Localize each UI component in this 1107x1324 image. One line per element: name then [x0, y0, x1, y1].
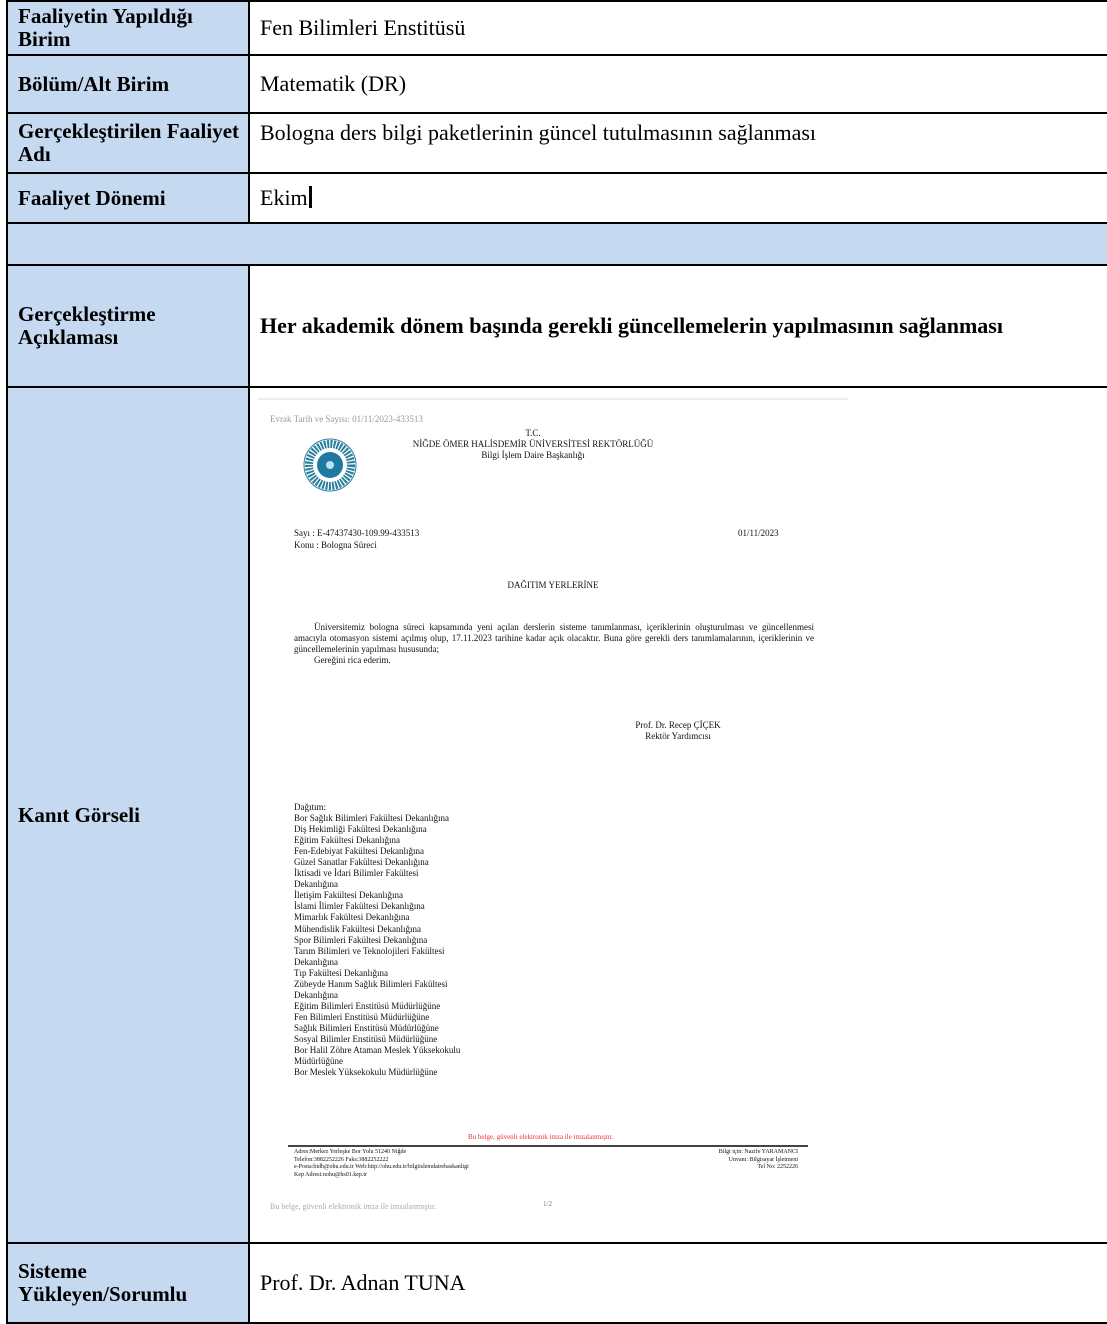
distribution-item: Spor Bilimleri Fakültesi Dekanlığına: [294, 934, 428, 945]
distribution-item: Fen-Edebiyat Fakültesi Dekanlığına: [294, 846, 424, 857]
label-bolum: Bölüm/Alt Birim: [6, 54, 250, 114]
distribution-item: Fen Bilimleri Enstitüsü Müdürlüğüne: [294, 1011, 430, 1022]
label-kanit: Kanıt Görseli: [6, 386, 250, 1244]
value-bolum: Matematik (DR): [248, 54, 1107, 114]
label-donem: Faaliyet Dönemi: [6, 172, 250, 224]
letter-footer-rule: [288, 1145, 808, 1147]
value-faaliyet-adi: Bologna ders bilgi paketlerinin güncel t…: [248, 112, 1107, 174]
letter-distribution: Dağıtım: Bor Sağlık Bilimleri Fakültesi …: [294, 802, 514, 1078]
letter-footer-left: Adres:Merkez Yerleşke Bor Yolu 51240 Niğ…: [294, 1149, 469, 1179]
letter-evrak: Evrak Tarih ve Sayısı: 01/11/2023-433513: [270, 414, 423, 424]
distribution-item: Dekanlığına: [294, 879, 338, 890]
letter-signer-name: Prof. Dr. Recep ÇİÇEK: [635, 720, 721, 730]
footer-right-line: Tel No: 2252226: [757, 1164, 798, 1170]
value-birim: Fen Bilimleri Enstitüsü: [248, 0, 1107, 56]
distribution-item: Eğitim Fakültesi Dekanlığına: [294, 835, 400, 846]
letter-university: NİĞDE ÖMER HALİSDEMİR ÜNİVERSİTESİ REKTÖ…: [412, 439, 654, 449]
distribution-item: Müdürlüğüne: [294, 1056, 343, 1067]
distribution-item: İslami İlimler Fakültesi Dekanlığına: [294, 901, 425, 912]
distribution-item: Mühendislik Fakültesi Dekanlığına: [294, 923, 421, 934]
distribution-item: Tıp Fakültesi Dekanlığına: [294, 967, 388, 978]
letter-recipient: DAĞITIM YERLERİNE: [507, 580, 599, 590]
distribution-item: Dekanlığına: [294, 989, 338, 1000]
row-sorumlu: Sisteme Yükleyen/Sorumlu Prof. Dr. Adnan…: [6, 1242, 1107, 1324]
row-aciklama: Gerçekleştirme Açıklaması Her akademik d…: [6, 264, 1107, 388]
row-kanit: Kanıt Görseli Evrak Tarih ve Sayısı: 01/…: [6, 386, 1107, 1244]
distribution-item: Güzel Sanatlar Fakültesi Dekanlığına: [294, 857, 429, 868]
separator-band: [6, 222, 1107, 266]
evidence-cell: Evrak Tarih ve Sayısı: 01/11/2023-433513…: [248, 386, 1107, 1244]
activity-form-table: Faaliyetin Yapıldığı Birim Fen Bilimleri…: [6, 0, 1107, 1324]
letter-closing: Gereğini rica ederim.: [314, 655, 391, 665]
row-faaliyet-adi: Gerçekleştirilen Faaliyet Adı Bologna de…: [6, 112, 1107, 174]
letter-footer-right: Bilgi için: Nazife YARAMANCI Unvanı: Bil…: [688, 1149, 798, 1172]
distribution-title: Dağıtım:: [294, 802, 326, 812]
footer-left-line: Kep Adresi:nohu@hs01.kep.tr: [294, 1171, 368, 1178]
distribution-list: Bor Sağlık Bilimleri Fakültesi Dekanlığı…: [294, 813, 514, 1078]
footer-left-line: Adres:Merkez Yerleşke Bor Yolu 51240 Niğ…: [294, 1149, 407, 1155]
distribution-item: Bor Sağlık Bilimleri Fakültesi Dekanlığı…: [294, 813, 449, 824]
footer-right-line: Bilgi için: Nazife YARAMANCI: [718, 1149, 798, 1155]
distribution-item: İletişim Fakültesi Dekanlığına: [294, 890, 403, 901]
footer-left-line: e-Posta:bidb@ohu.edu.tr Web:http://ohu.e…: [294, 1164, 469, 1170]
distribution-item: Sosyal Bilimler Enstitüsü Müdürlüğüne: [294, 1033, 438, 1044]
distribution-item: İktisadi ve İdari Bilimler Fakültesi: [294, 868, 419, 879]
letter-bottom-note: Bu belge, güvenli elektronik imza ile im…: [270, 1202, 437, 1211]
distribution-item: Zübeyde Hanım Sağlık Bilimleri Fakültesi: [294, 978, 448, 989]
distribution-item: Tarım Bilimleri ve Teknolojileri Fakülte…: [294, 945, 445, 956]
letter-date: 01/11/2023: [738, 528, 779, 538]
distribution-item: Bor Halil Zöhre Ataman Meslek Yüksekokul…: [294, 1045, 461, 1056]
letter-header: T.C. NİĞDE ÖMER HALİSDEMİR ÜNİVERSİTESİ …: [358, 428, 708, 461]
letter-signature: Prof. Dr. Recep ÇİÇEK Rektör Yardımcısı: [598, 720, 758, 742]
row-birim: Faaliyetin Yapıldığı Birim Fen Bilimleri…: [6, 0, 1107, 56]
evidence-letter-image: Evrak Tarih ve Sayısı: 01/11/2023-433513…: [258, 398, 848, 1232]
letter-signer-title: Rektör Yardımcısı: [645, 731, 711, 741]
distribution-item: Dekanlığına: [294, 956, 338, 967]
label-sorumlu: Sisteme Yükleyen/Sorumlu: [6, 1242, 250, 1324]
distribution-item: Sağlık Bilimleri Enstitüsü Müdürlüğüne: [294, 1022, 439, 1033]
label-faaliyet-adi: Gerçekleştirilen Faaliyet Adı: [6, 112, 250, 174]
donem-text: Ekim: [260, 185, 308, 210]
letter-tc: T.C.: [525, 428, 541, 438]
letter-body: Üniversitemiz bologna süreci kapsamında …: [294, 622, 814, 666]
distribution-item: Eğitim Bilimleri Enstitüsü Müdürlüğüne: [294, 1000, 441, 1011]
label-aciklama: Gerçekleştirme Açıklaması: [6, 264, 250, 388]
value-sorumlu: Prof. Dr. Adnan TUNA: [248, 1242, 1107, 1324]
row-separator: [6, 222, 1107, 266]
letter-body-text: Üniversitemiz bologna süreci kapsamında …: [294, 622, 814, 654]
letter-sayi: Sayı : E-47437430-109.99-433513: [294, 528, 420, 538]
distribution-item: Diş Hekimliği Fakültesi Dekanlığına: [294, 824, 427, 835]
value-aciklama: Her akademik dönem başında gerekli günce…: [248, 264, 1107, 388]
letter-page-number: 1/2: [543, 1200, 552, 1208]
letter-konu: Konu : Bologna Süreci: [294, 540, 377, 550]
distribution-item: Bor Meslek Yüksekokulu Müdürlüğüne: [294, 1067, 438, 1078]
footer-left-line: Telefon:3882252226 Faks:3882252222: [294, 1156, 389, 1163]
letter-esign-notice: Bu belge, güvenli elektronik imza ile im…: [468, 1133, 614, 1141]
letter-department: Bilgi İşlem Daire Başkanlığı: [481, 450, 585, 460]
faaliyet-adi-text: Bologna ders bilgi paketlerinin güncel t…: [260, 120, 817, 145]
label-birim: Faaliyetin Yapıldığı Birim: [6, 0, 250, 56]
row-bolum: Bölüm/Alt Birim Matematik (DR): [6, 54, 1107, 114]
value-donem[interactable]: Ekim: [248, 172, 1107, 224]
footer-right-line: Unvanı: Bilgisayar İşletmeni: [728, 1156, 798, 1163]
university-logo: [303, 438, 357, 492]
distribution-item: Mimarlık Fakültesi Dekanlığına: [294, 912, 410, 923]
text-cursor: [308, 186, 312, 208]
row-donem: Faaliyet Dönemi Ekim: [6, 172, 1107, 224]
